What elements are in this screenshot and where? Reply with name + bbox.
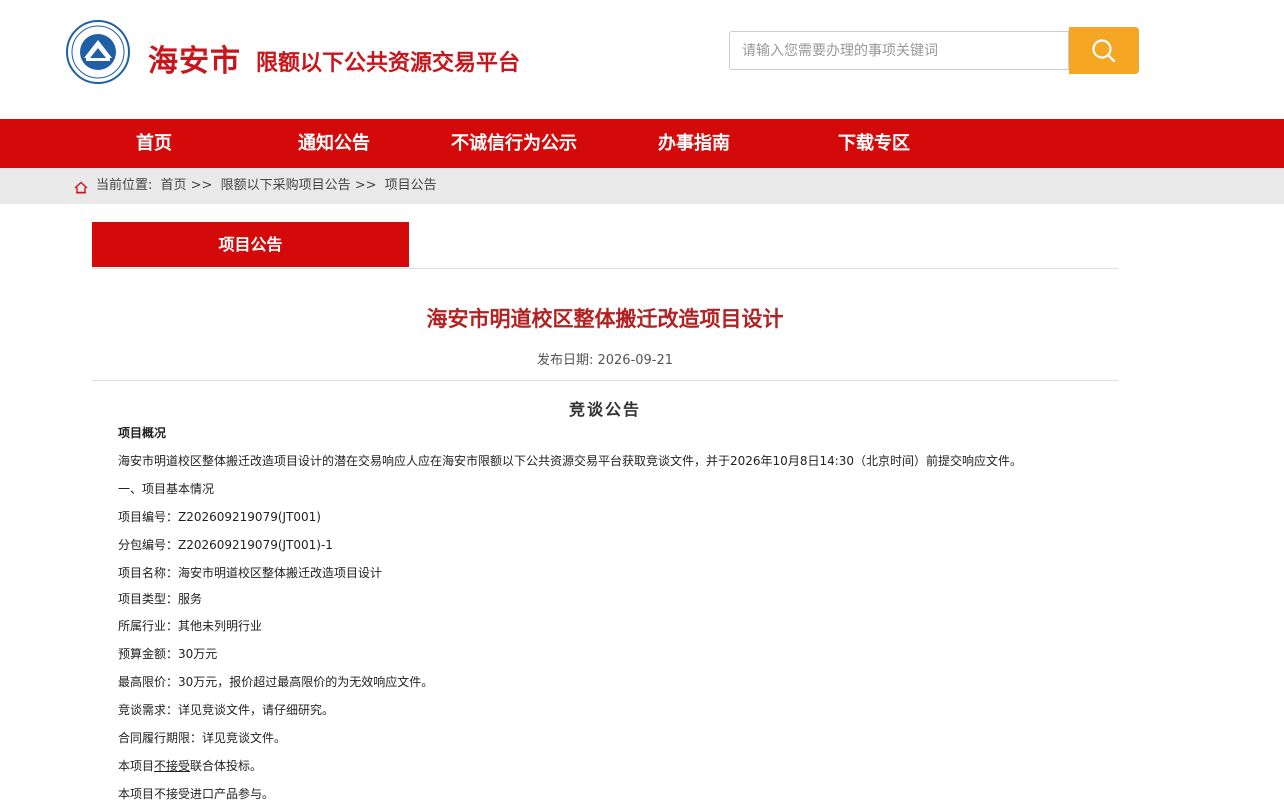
body-line: 最高限价：30万元，报价超过最高限价的为无效响应文件。: [118, 675, 434, 689]
search-input[interactable]: [729, 31, 1069, 70]
consortium-underlined: 不接受: [154, 759, 191, 773]
breadcrumb-prefix: 当前位置:: [96, 178, 153, 193]
site-name: 海安市: [148, 44, 241, 79]
search-box: [729, 27, 1139, 74]
breadcrumb-procurement[interactable]: 限额以下采购项目公告 >>: [221, 178, 377, 193]
nav-item-dishonesty[interactable]: 不诚信行为公示: [424, 119, 604, 168]
body-line: 合同履行期限：详见竞谈文件。: [118, 731, 287, 745]
nav-item-notices[interactable]: 通知公告: [244, 119, 424, 168]
body-line: 项目名称：海安市明道校区整体搬迁改造项目设计: [118, 566, 383, 580]
nav-item-guide[interactable]: 办事指南: [604, 119, 784, 168]
nav-item-home[interactable]: 首页: [64, 119, 244, 168]
search-button[interactable]: [1069, 27, 1139, 74]
main-nav: 首页 通知公告 不诚信行为公示 办事指南 下载专区: [0, 119, 1284, 168]
breadcrumb-current[interactable]: 项目公告: [385, 178, 437, 193]
body-line: 一、项目基本情况: [118, 482, 215, 496]
site-header: 海安市 限额以下公共资源交易平台: [0, 0, 1284, 119]
article-title: 海安市明道校区整体搬迁改造项目设计: [426, 307, 784, 331]
doc-heading: 竞谈公告: [568, 400, 641, 419]
body-line: 竞谈需求：详见竞谈文件，请仔细研究。: [118, 703, 335, 717]
home-icon: [74, 179, 88, 198]
publish-date: 发布日期: 2026-09-21: [536, 353, 674, 368]
consortium-line: 本项目不接受联合体投标。: [118, 755, 1098, 783]
consortium-prefix: 本项目: [118, 759, 155, 773]
breadcrumb-home[interactable]: 首页 >>: [161, 178, 213, 193]
body-line: 项目类型：服务: [118, 592, 203, 606]
overview-heading: 项目概况: [118, 426, 167, 440]
body-line: 所属行业：其他未列明行业: [118, 619, 263, 633]
divider: [92, 380, 1118, 381]
nav-item-downloads[interactable]: 下载专区: [784, 119, 964, 168]
body-line: 海安市明道校区整体搬迁改造项目设计的潜在交易响应人应在海安市限额以下公共资源交易…: [118, 454, 1023, 468]
body-line: 项目编号：Z202609219079(JT001): [118, 510, 321, 524]
body-line: 预算金额：30万元: [118, 647, 218, 661]
section-tabs: 项目公告: [92, 222, 1118, 269]
import-line: 本项目不接受进口产品参与。: [118, 787, 275, 801]
consortium-suffix: 联合体投标。: [190, 759, 263, 773]
city-emblem-icon[interactable]: [66, 18, 130, 86]
search-icon: [1092, 38, 1116, 62]
breadcrumb: 当前位置: 首页 >> 限额以下采购项目公告 >> 项目公告: [0, 168, 1284, 204]
site-subtitle: 限额以下公共资源交易平台: [256, 51, 521, 76]
tab-project-notice[interactable]: 项目公告: [92, 222, 409, 267]
article-body: 项目概况 海安市明道校区整体搬迁改造项目设计的潜在交易响应人应在海安市限额以下公…: [118, 422, 1098, 811]
body-line: 分包编号：Z202609219079(JT001)-1: [118, 538, 333, 552]
